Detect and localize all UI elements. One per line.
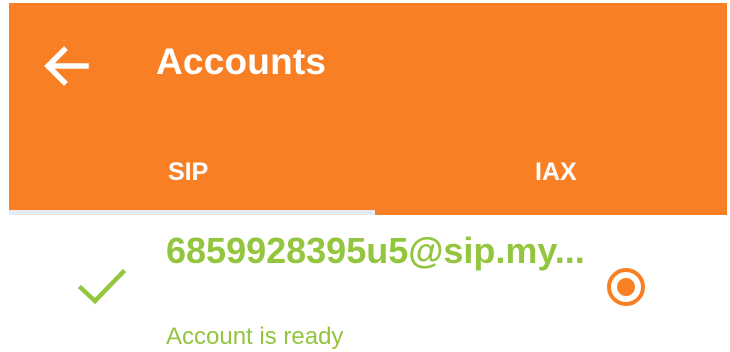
- tab-bar: SIP IAX: [9, 143, 727, 215]
- tab-sip[interactable]: SIP: [9, 143, 368, 215]
- tab-label: SIP: [168, 158, 209, 186]
- back-button[interactable]: [39, 39, 93, 93]
- check-icon: [77, 268, 127, 305]
- account-name: 6859928395u5@sip.my...: [166, 230, 585, 271]
- page-title: Accounts: [156, 41, 327, 82]
- account-status: Account is ready: [166, 323, 344, 350]
- tab-iax[interactable]: IAX: [368, 143, 727, 215]
- arrow-left-icon[interactable]: [42, 46, 90, 86]
- account-radio-button[interactable]: [606, 267, 646, 307]
- frame-edge: [0, 0, 9, 352]
- account-list-item[interactable]: 6859928395u5@sip.my... Account is ready: [9, 215, 727, 352]
- app-bar: Accounts SIP IAX: [9, 3, 727, 215]
- tab-label: IAX: [535, 158, 577, 186]
